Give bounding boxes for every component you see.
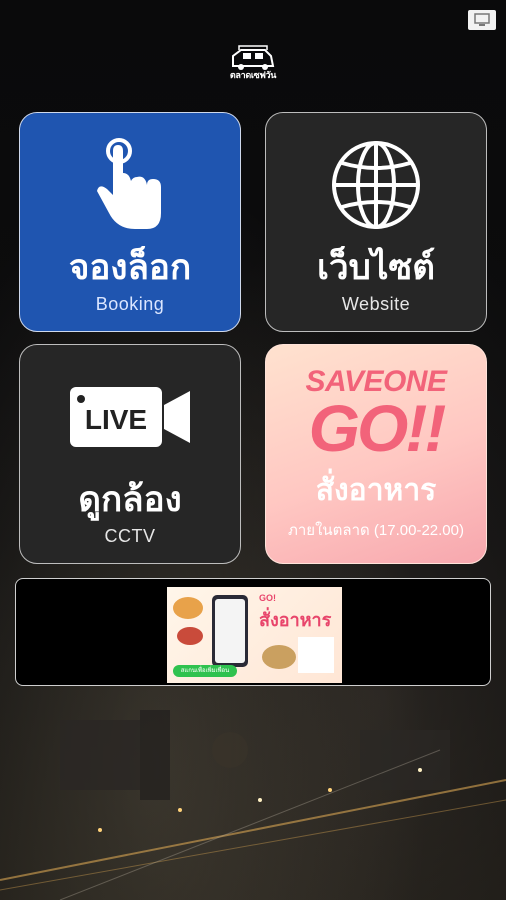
globe-icon	[330, 135, 422, 235]
food-drink-image	[177, 627, 203, 645]
line-add-friend-button[interactable]: สแกนเพื่อเพิ่มเพื่อน	[173, 665, 237, 677]
tap-hand-icon	[95, 135, 165, 235]
booking-tile[interactable]: จองล็อก Booking	[19, 112, 241, 332]
ad-brand: GO!	[259, 593, 276, 603]
live-camera-icon: LIVE	[68, 367, 192, 467]
food-plate-image	[262, 645, 296, 669]
website-tile[interactable]: เว็บไซต์ Website	[265, 112, 487, 332]
logo-text: ตลาดเซฟวัน	[229, 71, 277, 81]
live-badge-text: LIVE	[85, 404, 147, 435]
order-food-tile[interactable]: SAVEONE GO!! สั่งอาหาร ภายในตลาด (17.00-…	[265, 344, 487, 564]
website-title-th: เว็บไซต์	[317, 248, 435, 288]
food-bowl-image	[173, 597, 203, 619]
cctv-title-th: ดูกล้อง	[78, 480, 182, 520]
city-lights-illustration	[0, 710, 506, 900]
booking-title-th: จองล็อก	[68, 248, 192, 288]
promo-ad-image[interactable]: GO! สั่งอาหาร สแกนเพื่อเพิ่มเพื่อน	[167, 587, 342, 683]
cctv-title-en: CCTV	[104, 526, 156, 546]
cctv-tile[interactable]: LIVE ดูกล้อง CCTV	[19, 344, 241, 564]
saveone-go-logo: SAVEONE GO!!	[306, 367, 447, 465]
ad-headline: สั่งอาหาร	[259, 610, 332, 631]
app-logo: ตลาดเซฟวัน	[225, 44, 281, 82]
qr-code-icon	[298, 637, 334, 673]
website-title-en: Website	[341, 294, 411, 314]
promo-banner[interactable]: GO! สั่งอาหาร สแกนเพื่อเพิ่มเพื่อน	[15, 578, 491, 686]
booking-title-en: Booking	[95, 294, 165, 314]
phone-mockup-image	[212, 595, 248, 667]
saveone-brand-go: GO!!	[308, 391, 447, 465]
order-title-th: สั่งอาหาร	[315, 473, 437, 508]
order-subtitle: ภายในตลาด (17.00-22.00)	[287, 522, 464, 539]
qr-scan-icon[interactable]	[468, 10, 496, 30]
